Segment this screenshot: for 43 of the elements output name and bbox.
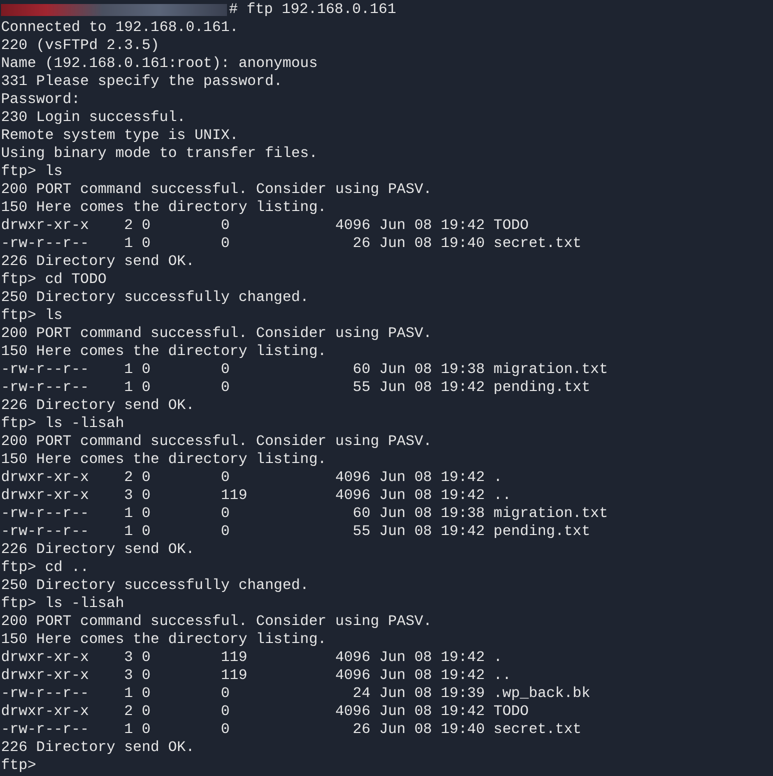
terminal-line: 200 PORT command successful. Consider using PASV. [1, 433, 432, 451]
terminal-line: Connected to 192.168.0.161. [1, 19, 238, 37]
terminal-line: 226 Directory send OK. [1, 253, 194, 271]
terminal-line: 331 Please specify the password. [1, 73, 282, 91]
terminal-line: 230 Login successful. [1, 109, 186, 127]
terminal-line: drwxr-xr-x 3 0 119 4096 Jun 08 19:42 . [1, 649, 502, 667]
terminal-line: -rw-r--r-- 1 0 0 55 Jun 08 19:42 pending.txt [1, 379, 590, 397]
terminal-line: -rw-r--r-- 1 0 0 60 Jun 08 19:38 migration.txt [1, 505, 608, 523]
terminal-line: 250 Directory successfully changed. [1, 577, 309, 595]
terminal-line: -rw-r--r-- 1 0 0 55 Jun 08 19:42 pending.txt [1, 523, 590, 541]
terminal-line: -rw-r--r-- 1 0 0 26 Jun 08 19:40 secret.txt [1, 235, 582, 253]
command-line: # ftp 192.168.0.161 [229, 1, 396, 19]
terminal-line: ftp> ls -lisah [1, 595, 124, 613]
terminal-line: 200 PORT command successful. Consider using PASV. [1, 613, 432, 631]
terminal-line: -rw-r--r-- 1 0 0 60 Jun 08 19:38 migration.txt [1, 361, 608, 379]
terminal-line: drwxr-xr-x 2 0 0 4096 Jun 08 19:42 TODO [1, 703, 529, 721]
terminal-line: Remote system type is UNIX. [1, 127, 238, 145]
terminal-line: ftp> ls [1, 307, 63, 325]
terminal-line: drwxr-xr-x 2 0 0 4096 Jun 08 19:42 TODO [1, 217, 529, 235]
terminal-line: ftp> cd TODO [1, 271, 107, 289]
terminal-line: 150 Here comes the directory listing. [1, 631, 326, 649]
terminal-line: Password: [1, 91, 80, 109]
terminal-line: -rw-r--r-- 1 0 0 24 Jun 08 19:39 .wp_back.bk [1, 685, 590, 703]
terminal-line: Using binary mode to transfer files. [1, 145, 318, 163]
terminal-line: drwxr-xr-x 2 0 0 4096 Jun 08 19:42 . [1, 469, 502, 487]
terminal-line: ftp> [1, 757, 36, 775]
terminal-line: -rw-r--r-- 1 0 0 26 Jun 08 19:40 secret.txt [1, 721, 582, 739]
terminal-line: Name (192.168.0.161:root): anonymous [1, 55, 318, 73]
terminal-line: 220 (vsFTPd 2.3.5) [1, 37, 160, 55]
terminal-line: ftp> ls -lisah [1, 415, 124, 433]
terminal-line: drwxr-xr-x 3 0 119 4096 Jun 08 19:42 .. [1, 487, 512, 505]
terminal-line: 200 PORT command successful. Consider using PASV. [1, 181, 432, 199]
terminal-line: 226 Directory send OK. [1, 739, 194, 757]
terminal-line: 150 Here comes the directory listing. [1, 199, 326, 217]
terminal-line: 150 Here comes the directory listing. [1, 343, 326, 361]
terminal-line: 226 Directory send OK. [1, 397, 194, 415]
terminal-line: 226 Directory send OK. [1, 541, 194, 559]
terminal-line: 250 Directory successfully changed. [1, 289, 309, 307]
terminal-line: drwxr-xr-x 3 0 119 4096 Jun 08 19:42 .. [1, 667, 512, 685]
terminal-line: ftp> ls [1, 163, 63, 181]
terminal-line: 200 PORT command successful. Consider using PASV. [1, 325, 432, 343]
terminal-line: 150 Here comes the directory listing. [1, 451, 326, 469]
terminal-line: ftp> cd .. [1, 559, 89, 577]
